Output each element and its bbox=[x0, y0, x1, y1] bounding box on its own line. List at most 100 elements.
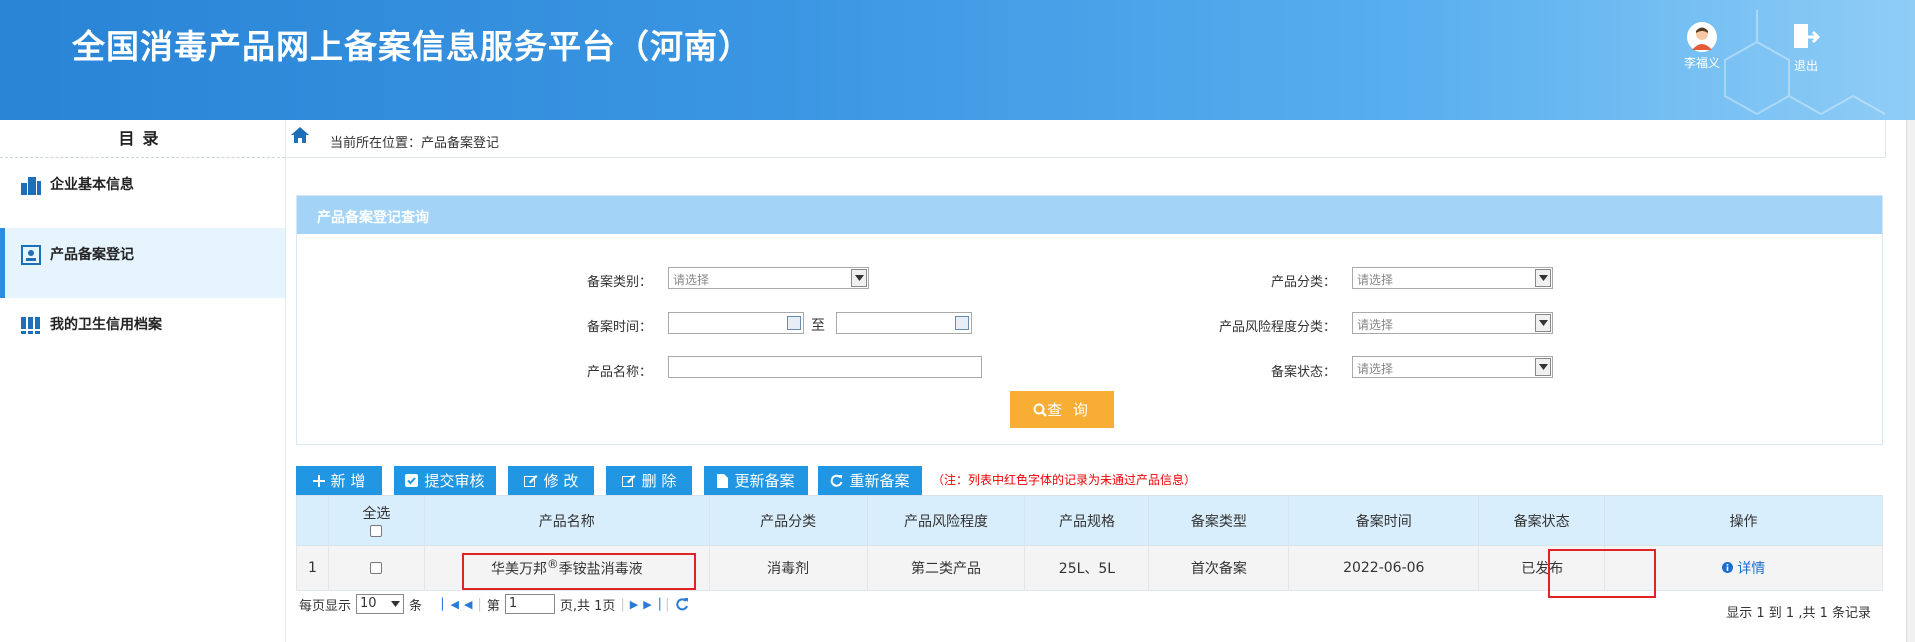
product-category-label: 产品分类： bbox=[1270, 275, 1336, 290]
actions-header: 操作 bbox=[1604, 495, 1883, 546]
product-name-header: 产品名称 bbox=[423, 495, 710, 546]
filing-type-header: 备案类型 bbox=[1148, 495, 1290, 546]
product-name-label: 产品名称： bbox=[586, 365, 652, 380]
table-header-row: 全选 产品名称 产品分类 产品风险程度 产品规格 备案类型 备案时间 备案状态 … bbox=[296, 495, 1883, 546]
items-unit: 条 bbox=[409, 598, 423, 614]
filing-status-label: 备案状态： bbox=[1270, 365, 1336, 380]
update-filing-label: 更新备案 bbox=[734, 472, 795, 490]
index-header bbox=[296, 495, 329, 546]
user-avatar-icon bbox=[1692, 27, 1712, 50]
row-index: 1 bbox=[296, 545, 329, 591]
submit-review-button[interactable]: 提交审核 bbox=[394, 466, 496, 495]
submit-review-label: 提交审核 bbox=[424, 472, 485, 490]
product-name-input[interactable] bbox=[668, 356, 982, 378]
logout-label: 退出 bbox=[1793, 59, 1818, 73]
select-all-label: 全选 bbox=[362, 505, 391, 522]
logout-icon bbox=[1794, 24, 1821, 48]
product-category-value: 请选择 bbox=[1357, 273, 1394, 287]
row-filing-type: 首次备案 bbox=[1148, 545, 1290, 591]
select-all-checkbox[interactable] bbox=[370, 524, 383, 537]
chevron-down-icon bbox=[391, 601, 401, 607]
edit-icon bbox=[621, 475, 636, 487]
home-icon[interactable] bbox=[290, 126, 310, 144]
sidebar: 目录 企业基本信息 产品备案登记 我的卫生信用档案 bbox=[0, 120, 286, 642]
update-filing-button[interactable]: 更新备案 bbox=[704, 466, 808, 495]
filing-status-value: 请选择 bbox=[1357, 362, 1394, 376]
add-button-label: 新 增 bbox=[330, 472, 366, 490]
product-name-highlight-box bbox=[462, 553, 696, 590]
sidebar-item-label: 企业基本信息 bbox=[50, 177, 134, 193]
checkbox-checked-icon bbox=[405, 474, 419, 487]
vertical-scrollbar[interactable] bbox=[1906, 120, 1915, 642]
category-header: 产品分类 bbox=[708, 495, 868, 546]
to-label: 至 bbox=[811, 318, 825, 334]
search-button-label: 查 询 bbox=[1047, 401, 1091, 419]
header-banner: 全国消毒产品网上备案信息服务平台（河南） 李福义 退出 bbox=[0, 0, 1915, 120]
pagination-summary: 显示 1 到 1 ,共 1 条记录 bbox=[1726, 606, 1871, 621]
user-profile-button[interactable]: 李福义 bbox=[1672, 22, 1732, 71]
risk-level-select[interactable]: 请选择 bbox=[1352, 312, 1553, 334]
avatar bbox=[1687, 22, 1717, 52]
info-icon bbox=[1721, 562, 1733, 573]
detail-link[interactable]: 详情 bbox=[1721, 561, 1765, 577]
row-select-cell[interactable] bbox=[327, 545, 425, 591]
page-suffix: 页,共 1页 bbox=[559, 598, 616, 614]
filing-status-select[interactable]: 请选择 bbox=[1352, 356, 1553, 378]
filing-time-label: 备案时间： bbox=[586, 320, 652, 335]
filing-time-end-input[interactable] bbox=[836, 312, 972, 334]
modify-button-label: 修 改 bbox=[543, 472, 579, 490]
refresh-icon[interactable] bbox=[675, 597, 689, 611]
product-category-select[interactable]: 请选择 bbox=[1352, 267, 1553, 289]
risk-level-label: 产品风险程度分类： bbox=[1218, 320, 1336, 335]
page-prefix: 第 bbox=[486, 598, 500, 614]
pagination-bar: 每页显示 10 条 ▏◀ ◀ | 第 1 页,共 1页 | ▶ ▶▕ | 显示 … bbox=[296, 590, 1883, 621]
search-button[interactable]: 查 询 bbox=[1010, 391, 1114, 428]
next-page-icon[interactable]: ▶ bbox=[630, 598, 638, 611]
per-page-value: 10 bbox=[360, 596, 377, 611]
binders-icon bbox=[21, 317, 40, 334]
per-page-label: 每页显示 bbox=[299, 598, 352, 614]
filing-time-header: 备案时间 bbox=[1288, 495, 1480, 546]
breadcrumb: 当前所在位置：产品备案登记 bbox=[286, 120, 1886, 158]
first-page-icon[interactable]: ▏◀ bbox=[442, 598, 459, 611]
sidebar-item-label: 产品备案登记 bbox=[50, 247, 134, 263]
modify-button[interactable]: 修 改 bbox=[508, 466, 594, 495]
add-button[interactable]: 新 增 bbox=[296, 466, 382, 495]
prev-page-icon[interactable]: ◀ bbox=[464, 598, 472, 611]
search-icon bbox=[1033, 403, 1047, 417]
status-header: 备案状态 bbox=[1478, 495, 1606, 546]
per-page-select[interactable]: 10 bbox=[356, 594, 405, 614]
select-all-header[interactable]: 全选 bbox=[327, 495, 425, 546]
pagination-controls: 每页显示 10 条 ▏◀ ◀ | 第 1 页,共 1页 | ▶ ▶▕ | bbox=[299, 594, 689, 614]
page-number-input[interactable]: 1 bbox=[504, 594, 555, 614]
sidebar-item-credit-archive[interactable]: 我的卫生信用档案 bbox=[0, 298, 285, 368]
row-risk: 第二类产品 bbox=[866, 545, 1026, 591]
edit-icon bbox=[523, 475, 538, 487]
calendar-icon[interactable] bbox=[787, 316, 801, 330]
filing-time-start-input[interactable] bbox=[668, 312, 804, 334]
row-spec: 25L、5L bbox=[1024, 545, 1150, 591]
refile-label: 重新备案 bbox=[849, 472, 910, 490]
sidebar-item-product-filing[interactable]: 产品备案登记 bbox=[0, 228, 285, 298]
last-page-icon[interactable]: ▶▕ bbox=[643, 598, 660, 611]
query-panel-title: 产品备案登记查询 bbox=[297, 196, 1882, 234]
delete-button-label: 删 除 bbox=[641, 472, 677, 490]
sidebar-title: 目录 bbox=[0, 120, 285, 158]
chevron-down-icon bbox=[1535, 269, 1551, 287]
filing-type-select[interactable]: 请选择 bbox=[668, 267, 869, 289]
sidebar-item-company-info[interactable]: 企业基本信息 bbox=[0, 158, 285, 228]
delete-button[interactable]: 删 除 bbox=[606, 466, 692, 495]
calendar-icon[interactable] bbox=[955, 316, 969, 330]
chevron-down-icon bbox=[1535, 358, 1551, 376]
row-checkbox[interactable] bbox=[370, 562, 383, 574]
logout-button[interactable]: 退出 bbox=[1776, 22, 1836, 74]
user-name: 李福义 bbox=[1683, 56, 1720, 70]
risk-header: 产品风险程度 bbox=[866, 495, 1026, 546]
building-icon bbox=[21, 177, 41, 195]
document-icon bbox=[717, 473, 729, 488]
chevron-down-icon bbox=[1535, 314, 1551, 332]
filing-type-value: 请选择 bbox=[673, 273, 710, 287]
refile-button[interactable]: 重新备案 bbox=[818, 466, 922, 495]
refresh-icon bbox=[831, 474, 843, 487]
breadcrumb-text: 当前所在位置：产品备案登记 bbox=[330, 136, 500, 151]
